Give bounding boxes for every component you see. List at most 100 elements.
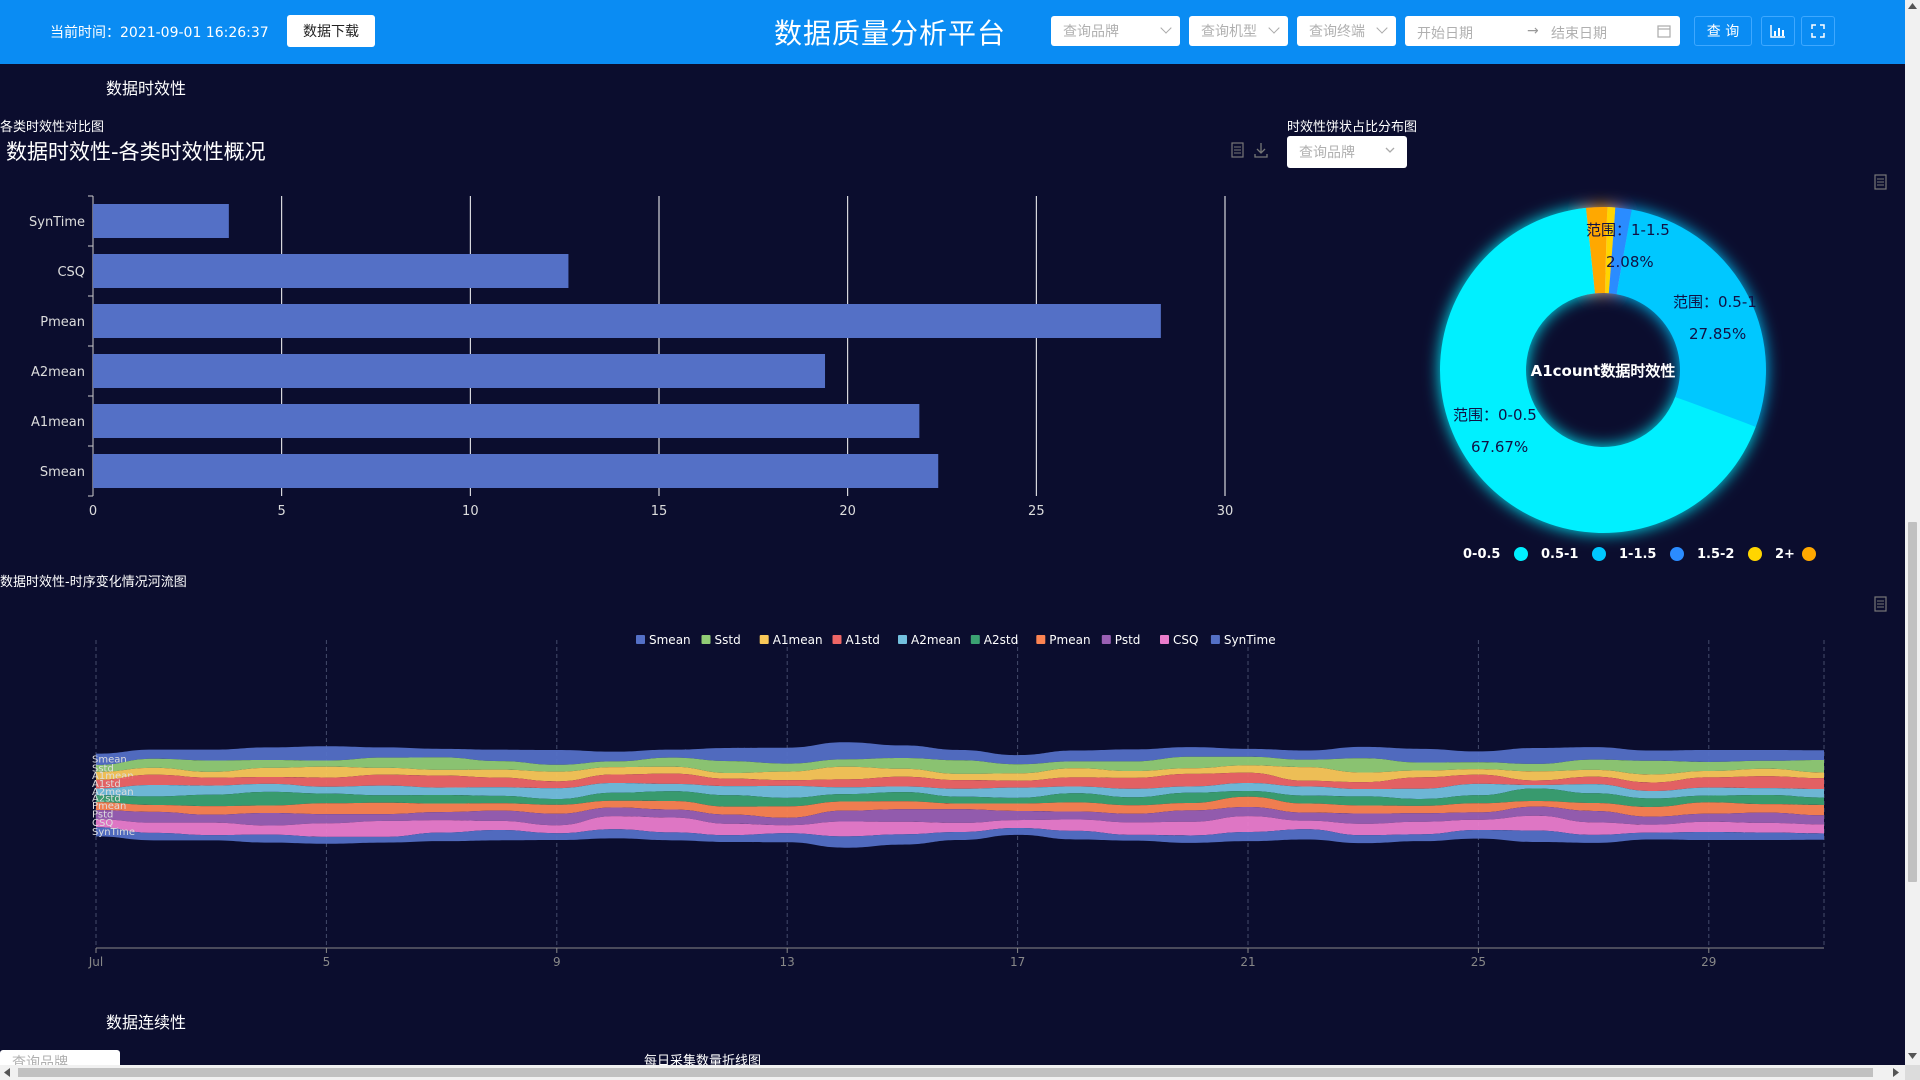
scroll-down-icon[interactable] — [1908, 1053, 1917, 1059]
bar-chart-icon — [1770, 25, 1785, 38]
scroll-left-icon[interactable] — [4, 1068, 10, 1077]
query-button[interactable]: 查 询 — [1694, 16, 1752, 46]
x-tick-label: 30 — [1217, 504, 1234, 519]
legend-label: A1std — [846, 633, 880, 647]
vertical-scrollbar[interactable] — [1905, 0, 1920, 1065]
scroll-right-icon[interactable] — [1893, 1068, 1899, 1077]
y-tick-label: SynTime — [29, 215, 85, 230]
fullscreen-icon — [1811, 24, 1825, 38]
stream-panel-label: 数据时效性-时序变化情况河流图 — [0, 575, 187, 590]
date-range-picker[interactable]: 开始日期 → 结束日期 — [1405, 16, 1680, 46]
y-tick-label: A2mean — [31, 365, 85, 380]
chart-toggle-button[interactable] — [1761, 16, 1795, 46]
terminal-select-placeholder: 查询终端 — [1309, 24, 1365, 40]
y-tick-label: Smean — [40, 465, 85, 480]
brand-select[interactable]: 查询品牌 — [1051, 16, 1180, 46]
model-select-placeholder: 查询机型 — [1201, 24, 1257, 40]
bar — [93, 304, 1161, 338]
chevron-down-icon — [1268, 22, 1280, 34]
legend-marker — [636, 635, 645, 644]
download-icon[interactable] — [1254, 142, 1268, 159]
legend-marker — [1210, 635, 1220, 644]
bar-panel-label: 各类时效性对比图 — [0, 120, 105, 135]
bar — [93, 454, 939, 488]
pie-brand-select-placeholder: 查询品牌 — [1299, 145, 1355, 161]
page-title: 数据质量分析平台 — [773, 17, 1006, 50]
terminal-select[interactable]: 查询终端 — [1297, 16, 1396, 46]
pie-center-title: A1count数据时效性 — [1531, 362, 1676, 380]
vertical-scroll-thumb[interactable] — [1908, 522, 1917, 882]
legend-marker — [832, 635, 842, 644]
top-bar: 当前时间：2021-09-01 16:26:37 数据下载 数据质量分析平台 查… — [0, 0, 1905, 64]
y-tick-label: CSQ — [57, 265, 85, 280]
scroll-up-icon[interactable] — [1908, 3, 1917, 9]
end-date-input[interactable]: 结束日期 — [1551, 23, 1607, 43]
legend-marker — [1160, 635, 1169, 644]
slice-percent: 2.08% — [1606, 253, 1654, 271]
bar — [93, 404, 920, 438]
x-tick-label: 13 — [780, 955, 795, 969]
slice-label: 范围：0-0.5 — [1453, 406, 1537, 424]
legend-label: 1-1.5 — [1619, 547, 1656, 562]
chevron-down-icon — [1160, 22, 1172, 34]
pie-brand-select[interactable]: 查询品牌 — [1287, 136, 1407, 168]
y-tick-label: A1mean — [31, 415, 85, 430]
legend-marker — [1592, 547, 1606, 561]
legend-marker — [1802, 547, 1816, 561]
data-download-button[interactable]: 数据下载 — [287, 15, 375, 47]
chevron-down-icon — [1376, 22, 1388, 34]
bar — [93, 254, 569, 288]
legend-label: Pmean — [1049, 633, 1090, 647]
bar-chart: 0 5 10 15 20 25 30 SynTime CSQ Pmean A2mean A1mean S… — [29, 195, 1234, 519]
horizontal-scroll-thumb[interactable] — [18, 1068, 1873, 1077]
model-select[interactable]: 查询机型 — [1189, 16, 1288, 46]
current-time: 当前时间：2021-09-01 16:26:37 — [50, 25, 269, 41]
slice-label: 范围：0.5-1 — [1673, 293, 1757, 311]
legend-marker — [759, 635, 769, 644]
y-tick-label: Pmean — [40, 315, 85, 330]
brand-select-placeholder: 查询品牌 — [1063, 24, 1119, 40]
x-tick-label: 25 — [1028, 504, 1045, 519]
pie-slice — [1616, 209, 1766, 427]
fullscreen-button[interactable] — [1801, 16, 1835, 46]
start-date-input[interactable]: 开始日期 — [1417, 23, 1473, 43]
data-view-icon[interactable] — [1874, 596, 1888, 613]
legend-marker — [970, 635, 980, 644]
bar-chart-title: 数据时效性-各类时效性概况 — [6, 140, 266, 164]
legend-label: A2std — [984, 633, 1018, 647]
stream-chart: Jul 5 9 13 17 21 25 29 Smean Sstd A1mean A1std A2mea… — [88, 633, 1825, 969]
x-tick-label: 9 — [553, 955, 561, 969]
scroll-corner — [1905, 1065, 1920, 1080]
x-tick-label: 17 — [1010, 955, 1025, 969]
x-tick-label: 29 — [1701, 955, 1716, 969]
legend-marker — [1514, 547, 1528, 561]
x-tick-label: Jul — [88, 955, 103, 969]
x-tick-label: 21 — [1240, 955, 1255, 969]
slice-label: 范围：1-1.5 — [1586, 221, 1670, 239]
legend-label: 0.5-1 — [1541, 547, 1578, 562]
slice-percent: 67.67% — [1471, 438, 1528, 456]
legend-marker — [1670, 547, 1684, 561]
legend-label: 2+ — [1775, 547, 1795, 562]
horizontal-scrollbar[interactable] — [0, 1065, 1905, 1080]
legend-marker — [898, 635, 907, 644]
pie-panel-label: 时效性饼状占比分布图 — [1287, 120, 1418, 135]
x-tick-label: 0 — [89, 504, 97, 519]
legend-label: CSQ — [1173, 633, 1198, 647]
legend-marker — [1748, 547, 1762, 561]
slice-percent: 27.85% — [1689, 325, 1746, 343]
section-title-timeliness: 数据时效性 — [106, 79, 187, 98]
x-tick-label: 25 — [1471, 955, 1486, 969]
section-title-continuity: 数据连续性 — [106, 1013, 187, 1032]
x-tick-label: 15 — [651, 504, 668, 519]
bar — [93, 204, 229, 238]
legend-label: Pstd — [1115, 633, 1141, 647]
chevron-down-icon — [1385, 147, 1395, 153]
legend-label: Sstd — [715, 633, 741, 647]
arrow-right-icon: → — [1527, 23, 1539, 39]
x-tick-label: 5 — [323, 955, 331, 969]
layer-label: SynTime — [92, 827, 135, 838]
x-tick-label: 10 — [462, 504, 479, 519]
data-view-icon[interactable] — [1231, 142, 1245, 159]
x-tick-label: 20 — [839, 504, 856, 519]
